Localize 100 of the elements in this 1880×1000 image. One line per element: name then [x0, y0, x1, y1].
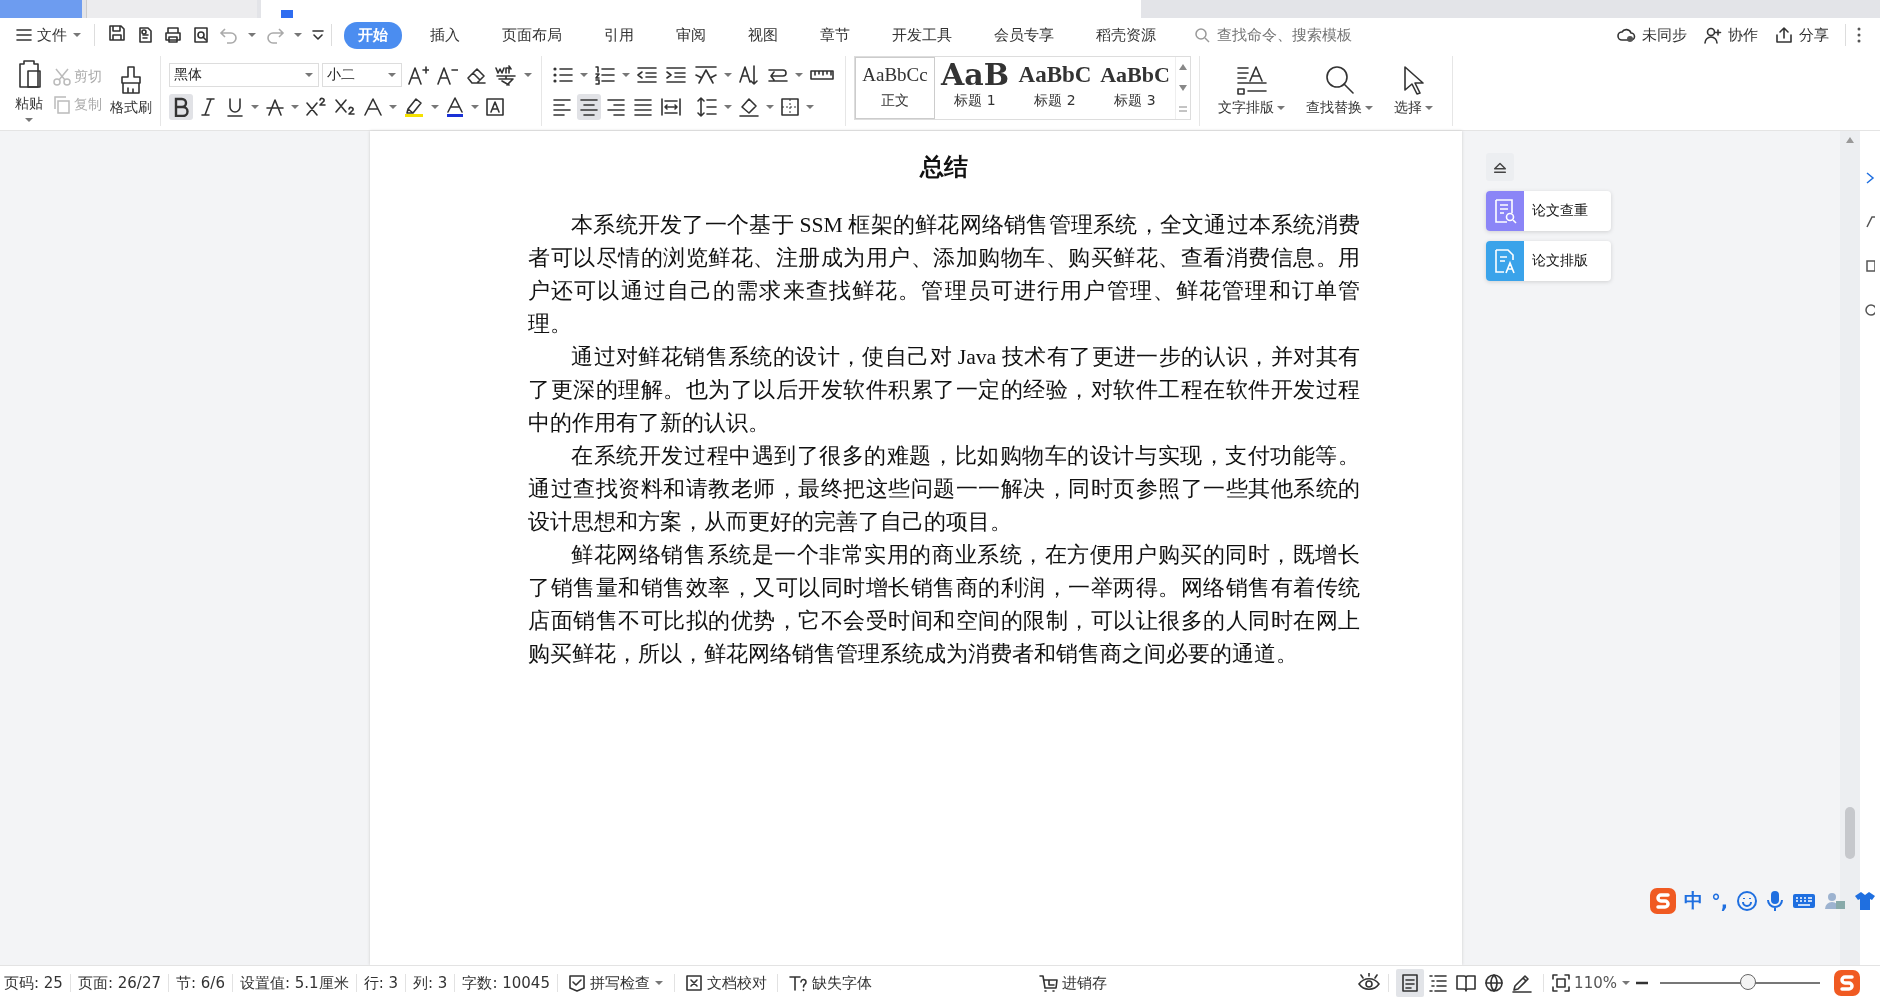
- spell-check-icon: [567, 974, 586, 992]
- keyboard-icon: [1792, 892, 1816, 910]
- eye-protection-icon: [1357, 973, 1382, 993]
- punctuation-toggle[interactable]: °,: [1711, 890, 1728, 912]
- plagiarism-check-button[interactable]: 论文查重: [1486, 191, 1611, 231]
- underline-icon: [226, 97, 244, 117]
- caret-icon: [250, 104, 260, 110]
- sidebar-tool-icon: [1865, 303, 1875, 317]
- file-menu[interactable]: 文件: [10, 21, 88, 49]
- align-left-icon: [552, 97, 572, 117]
- status-text: 节: 6/6: [176, 973, 225, 993]
- input-method-logo-icon: [1650, 888, 1677, 914]
- phonetic-guide-icon: [494, 64, 518, 86]
- proofread-button[interactable]: 文档校对: [681, 971, 770, 995]
- line-spacing-button[interactable]: [694, 94, 720, 120]
- font-size-select[interactable]: 小二: [322, 63, 402, 87]
- bold-button[interactable]: [169, 94, 193, 120]
- subscript-icon: [334, 97, 356, 117]
- brush-button[interactable]: 格式刷: [110, 65, 152, 117]
- ribbon-tab[interactable]: 稻壳资源: [1082, 21, 1170, 49]
- find-replace-button[interactable]: 查找替换: [1306, 65, 1374, 117]
- proofread-icon: [684, 974, 703, 992]
- caret-icon: [653, 980, 664, 986]
- sync-button[interactable]: 未同步: [1611, 21, 1693, 49]
- line-spacing-icon: [696, 96, 718, 118]
- style-preset[interactable]: AaBbC 标题 2: [1015, 57, 1095, 119]
- distribute-icon: [660, 97, 682, 117]
- ribbon-tab[interactable]: 审阅: [662, 21, 720, 49]
- select-button[interactable]: 选择: [1394, 65, 1434, 117]
- search-icon: [1194, 27, 1210, 43]
- ribbon-tab[interactable]: 章节: [806, 21, 864, 49]
- caret-icon: [723, 72, 733, 78]
- globe-icon: [1484, 973, 1505, 993]
- users-icon: [1824, 891, 1846, 911]
- caret-icon: [1621, 980, 1631, 986]
- save-icon[interactable]: [107, 23, 127, 43]
- inventory-button[interactable]: 进销存: [1034, 971, 1110, 995]
- caret-icon: [805, 104, 815, 110]
- caret-icon: [1276, 105, 1286, 111]
- caret-icon: [24, 117, 34, 123]
- shirt-icon: [1854, 891, 1876, 911]
- ribbon-tab[interactable]: 引用: [590, 21, 648, 49]
- more-icon[interactable]: [1856, 26, 1862, 44]
- ribbon-tab[interactable]: 会员专享: [980, 21, 1068, 49]
- user-add-icon: [1703, 26, 1723, 44]
- align-right-icon: [606, 97, 626, 117]
- spell-check-button[interactable]: 拼写检查: [564, 971, 667, 995]
- caret-icon: [1364, 105, 1374, 111]
- collapse-button[interactable]: [1486, 153, 1514, 181]
- command-search-field[interactable]: 查找命令、搜索模板: [1194, 25, 1434, 45]
- print-icon[interactable]: [163, 25, 183, 45]
- status-text: 设置值: 5.1厘米: [239, 973, 349, 993]
- missing-font-button[interactable]: 缺失字体: [784, 971, 875, 995]
- input-method-logo-icon: [1834, 970, 1860, 996]
- missing-font-icon: [787, 974, 808, 992]
- ribbon-tab[interactable]: 开发工具: [878, 21, 966, 49]
- vertical-scrollbar[interactable]: [1840, 131, 1860, 965]
- outline-view-icon: [1428, 973, 1449, 993]
- caret-icon: [794, 72, 804, 78]
- share-icon: [1774, 26, 1794, 44]
- menu-icon: [16, 28, 32, 42]
- font-family-select[interactable]: 黑体: [169, 63, 319, 87]
- ribbon-tab[interactable]: 页面布局: [488, 21, 576, 49]
- thesis-format-button[interactable]: 论文排版: [1486, 241, 1611, 281]
- increase-indent-icon: [665, 65, 687, 85]
- shading-icon: [738, 96, 760, 118]
- align-center-button[interactable]: [577, 94, 601, 120]
- ribbon-tab[interactable]: 视图: [734, 21, 792, 49]
- ribbon-tab[interactable]: 插入: [416, 21, 474, 49]
- caret-icon: [523, 72, 533, 78]
- pen-icon: [1511, 973, 1534, 993]
- brush-icon: [118, 65, 144, 95]
- print-preview-icon[interactable]: [191, 25, 211, 45]
- shrink-font-icon: [436, 64, 458, 86]
- caret-icon[interactable]: [293, 32, 303, 38]
- text-layout-button[interactable]: 文字排版: [1218, 65, 1286, 117]
- input-mode-toggle[interactable]: 中: [1684, 888, 1704, 914]
- scrollbar-thumb[interactable]: [1845, 807, 1855, 859]
- style-preset[interactable]: AaBbC 标题 3: [1095, 57, 1175, 119]
- body-paragraph: 通过对鲜花销售系统的设计，使自己对 Java 技术有了更进一步的认识，并对其有了更深的理解。也为了以后开发软件积累了一定的经验，对软件工程在软件开发过程中的作用有了新的认识。: [528, 344, 1360, 437]
- zoom-level-button[interactable]: 110%: [1571, 972, 1634, 994]
- shop-icon: [1037, 974, 1058, 992]
- body-paragraph: 本系统开发了一个基于 SSM 框架的鲜花网络销售管理系统，全文通过本系统消费者可以尽情的浏览鲜花、注册成为用户、添加购物车、购买鲜花、查看消费信息。用户还可以通过自己的需求来查找鲜花。管理员可进行用户管理、鲜花管理和订单管理。: [528, 212, 1360, 338]
- slider-thumb[interactable]: [1740, 974, 1756, 990]
- text-effect-icon: [363, 97, 383, 117]
- page-view-button[interactable]: [1396, 969, 1425, 997]
- caret-icon: [387, 72, 397, 78]
- highlighter-icon: [403, 96, 425, 118]
- style-preset[interactable]: AaB 标题 1: [935, 57, 1015, 119]
- caret-icon[interactable]: [247, 32, 257, 38]
- collaborate-button[interactable]: 协作: [1697, 21, 1764, 49]
- strikethrough-icon: [266, 97, 284, 117]
- status-text: 页面: 26/27: [77, 973, 161, 993]
- dropdown-icon[interactable]: [311, 28, 325, 42]
- body-paragraph: 在系统开发过程中遇到了很多的难题，比如购物车的设计与实现，支付功能等。通过查找资料和请教老师，最终把这些问题一一解决，同时页参照了一些其他系统的设计思想和方案，从而更好的完善了自己的项目。: [528, 443, 1360, 536]
- share-button[interactable]: 分享: [1768, 21, 1835, 49]
- align-center-icon: [579, 97, 599, 117]
- document-icon: [281, 10, 293, 18]
- style-preset[interactable]: AaBbCc 正文: [855, 57, 935, 119]
- paste-button[interactable]: 粘贴: [14, 59, 44, 123]
